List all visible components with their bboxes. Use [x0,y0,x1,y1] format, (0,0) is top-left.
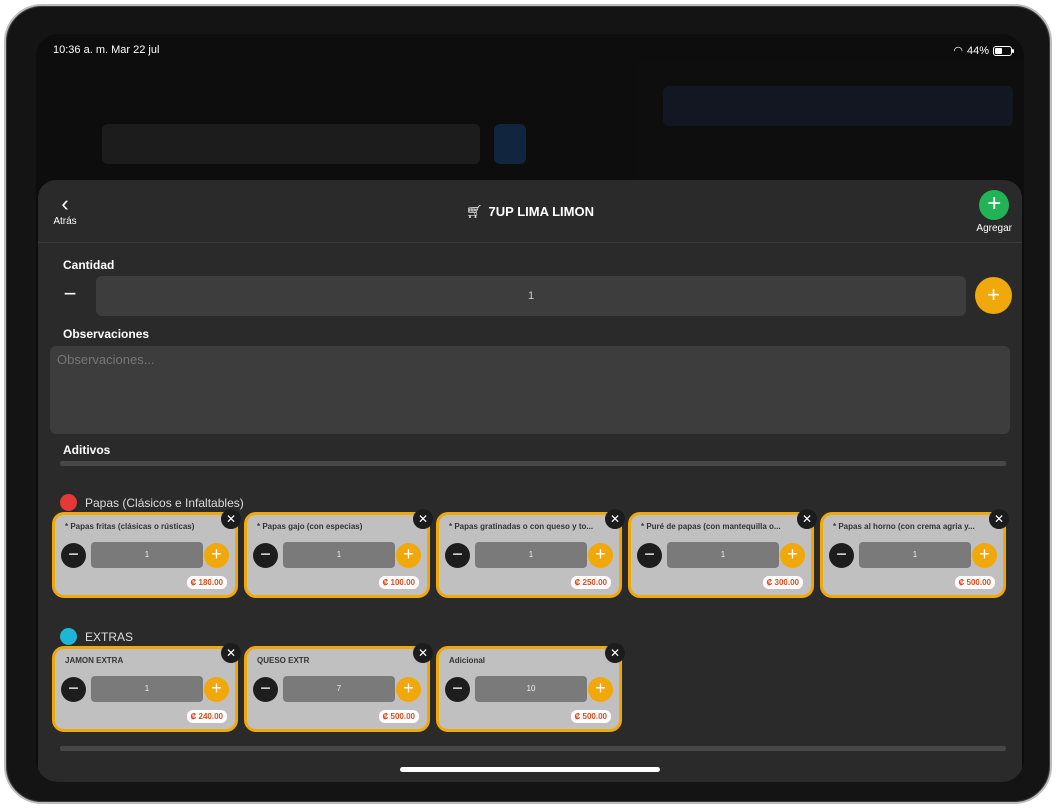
aditivo-plus-button[interactable]: + [780,543,805,568]
aditivo-quantity-field[interactable]: 7 [283,676,395,702]
status-time: 10:36 a. m. Mar 22 jul [53,44,160,56]
product-name: 7UP LIMA LIMON [488,204,594,219]
aditivo-card: JAMON EXTRA ✕ −1 + ₡ 240.00 [52,643,241,732]
ipad-frame: 10:36 a. m. Mar 22 jul ◠ 44% ‹ Atrás 🛒︎ 7… [4,4,1052,804]
aditivo-plus-button[interactable]: + [204,543,229,568]
aditivo-minus-button[interactable]: − [445,677,470,702]
aditivo-quantity-field[interactable]: 1 [667,542,779,568]
close-icon[interactable]: ✕ [413,643,433,663]
aditivo-plus-button[interactable]: + [588,543,613,568]
close-icon[interactable]: ✕ [221,509,241,529]
aditivo-card: Adicional ✕ −10 + ₡ 500.00 [436,643,625,732]
quantity-stepper: − 1 + [52,276,1012,316]
aditivo-name: * Papas fritas (clásicas o rústicas) [65,522,195,531]
aditivos-label: Aditivos [63,443,111,457]
quantity-plus-button[interactable]: + [975,277,1012,314]
aditivo-minus-button[interactable]: − [637,543,662,568]
close-icon[interactable]: ✕ [605,643,625,663]
battery-status: ◠ 44% [953,44,1014,57]
group-header: Papas (Clásicos e Infaltables) [60,494,244,511]
background-client-search [663,86,1013,126]
aditivo-quantity-field[interactable]: 1 [859,542,971,568]
aditivo-price: ₡ 500.00 [570,710,611,723]
aditivo-card: * Puré de papas (con mantequilla o... ✕ −1… [628,509,817,598]
aditivo-name: * Papas al horno (con crema agria y... [833,522,975,531]
modal-title: 🛒︎ 7UP LIMA LIMON [38,204,1022,220]
aditivo-plus-button[interactable]: + [396,543,421,568]
aditivo-card: * Papas gratinadas o con queso y to... ✕ −… [436,509,625,598]
aditivo-quantity-field[interactable]: 10 [475,676,587,702]
aditivo-card: * Papas al horno (con crema agria y... ✕ −… [820,509,1009,598]
plus-icon: + [979,190,1010,220]
divider [60,461,1006,466]
aditivo-name: * Papas gratinadas o con queso y to... [449,522,594,531]
aditivo-price: ₡ 250.00 [570,576,611,589]
wifi-icon: ◠ [953,45,963,57]
aditivo-card: QUESO EXTR ✕ −7 + ₡ 500.00 [244,643,433,732]
aditivo-price: ₡ 100.00 [378,576,419,589]
cantidad-label: Cantidad [63,258,115,272]
quantity-field[interactable]: 1 [96,276,966,316]
aditivo-card: * Papas gajo (con especias) ✕ −1 + ₡ 100.00 [244,509,433,598]
aditivo-name: * Puré de papas (con mantequilla o... [641,522,781,531]
close-icon[interactable]: ✕ [797,509,817,529]
close-icon[interactable]: ✕ [413,509,433,529]
aditivo-minus-button[interactable]: − [445,543,470,568]
close-icon[interactable]: ✕ [221,643,241,663]
battery-icon [993,45,1014,56]
group-name: EXTRAS [85,629,134,644]
cart-icon: 🛒︎ [466,204,483,219]
group-color-dot [60,628,77,645]
aditivo-price: ₡ 500.00 [378,710,419,723]
aditivo-minus-button[interactable]: − [253,677,278,702]
divider [60,746,1006,751]
aditivo-plus-button[interactable]: + [972,543,997,568]
group-name: Papas (Clásicos e Infaltables) [85,495,244,510]
aditivo-minus-button[interactable]: − [253,543,278,568]
aditivo-name: QUESO EXTR [257,656,310,665]
close-icon[interactable]: ✕ [989,509,1009,529]
background-search [102,124,480,164]
aditivo-plus-button[interactable]: + [204,677,229,702]
battery-percent: 44% [966,44,989,57]
aditivo-quantity-field[interactable]: 1 [91,542,203,568]
background-app [36,60,1024,210]
quantity-minus-button[interactable]: − [52,276,88,316]
observaciones-label: Observaciones [63,327,150,341]
aditivo-name: Adicional [449,656,486,665]
aditivo-price: ₡ 240.00 [186,710,227,723]
aditivo-plus-button[interactable]: + [588,677,613,702]
aditivo-price: ₡ 300.00 [762,576,803,589]
aditivo-quantity-field[interactable]: 1 [475,542,587,568]
add-label: Agregar [976,223,1012,234]
modal-header: ‹ Atrás 🛒︎ 7UP LIMA LIMON + Agregar [38,180,1022,243]
aditivo-quantity-field[interactable]: 1 [91,676,203,702]
aditivo-card: * Papas fritas (clásicas o rústicas) ✕ −1 +… [52,509,241,598]
aditivo-price: ₡ 180.00 [186,576,227,589]
aditivo-price: ₡ 500.00 [954,576,995,589]
screen: 10:36 a. m. Mar 22 jul ◠ 44% ‹ Atrás 🛒︎ 7… [36,34,1024,782]
aditivo-plus-button[interactable]: + [396,677,421,702]
status-bar: 10:36 a. m. Mar 22 jul ◠ 44% [36,44,1024,60]
add-button[interactable]: + Agregar [976,190,1012,234]
aditivo-quantity-field[interactable]: 1 [283,542,395,568]
group-header: EXTRAS [60,628,133,645]
home-indicator [400,767,660,772]
observaciones-field[interactable] [50,346,1010,434]
background-search-button [494,124,526,164]
aditivo-name: * Papas gajo (con especias) [257,522,363,531]
aditivo-name: JAMON EXTRA [65,656,124,665]
close-icon[interactable]: ✕ [605,509,625,529]
aditivo-minus-button[interactable]: − [829,543,854,568]
aditivo-minus-button[interactable]: − [61,543,86,568]
aditivo-minus-button[interactable]: − [61,677,86,702]
item-modal: ‹ Atrás 🛒︎ 7UP LIMA LIMON + Agregar Canti… [38,180,1022,782]
group-color-dot [60,494,77,511]
